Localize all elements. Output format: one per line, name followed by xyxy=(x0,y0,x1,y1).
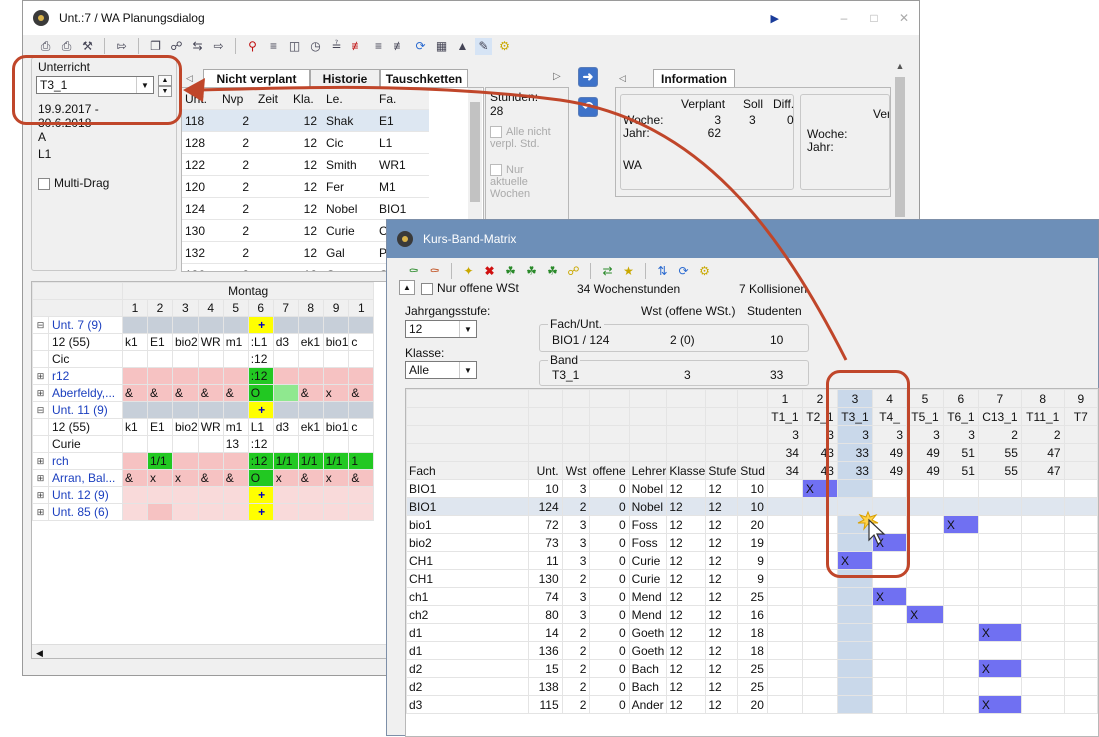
cursor-sparkle-svg xyxy=(857,510,886,545)
arrow-curve xyxy=(195,85,848,361)
arrowhead-icon xyxy=(183,78,205,102)
cursor-icon xyxy=(856,506,886,549)
arrow-annotation xyxy=(183,78,848,361)
